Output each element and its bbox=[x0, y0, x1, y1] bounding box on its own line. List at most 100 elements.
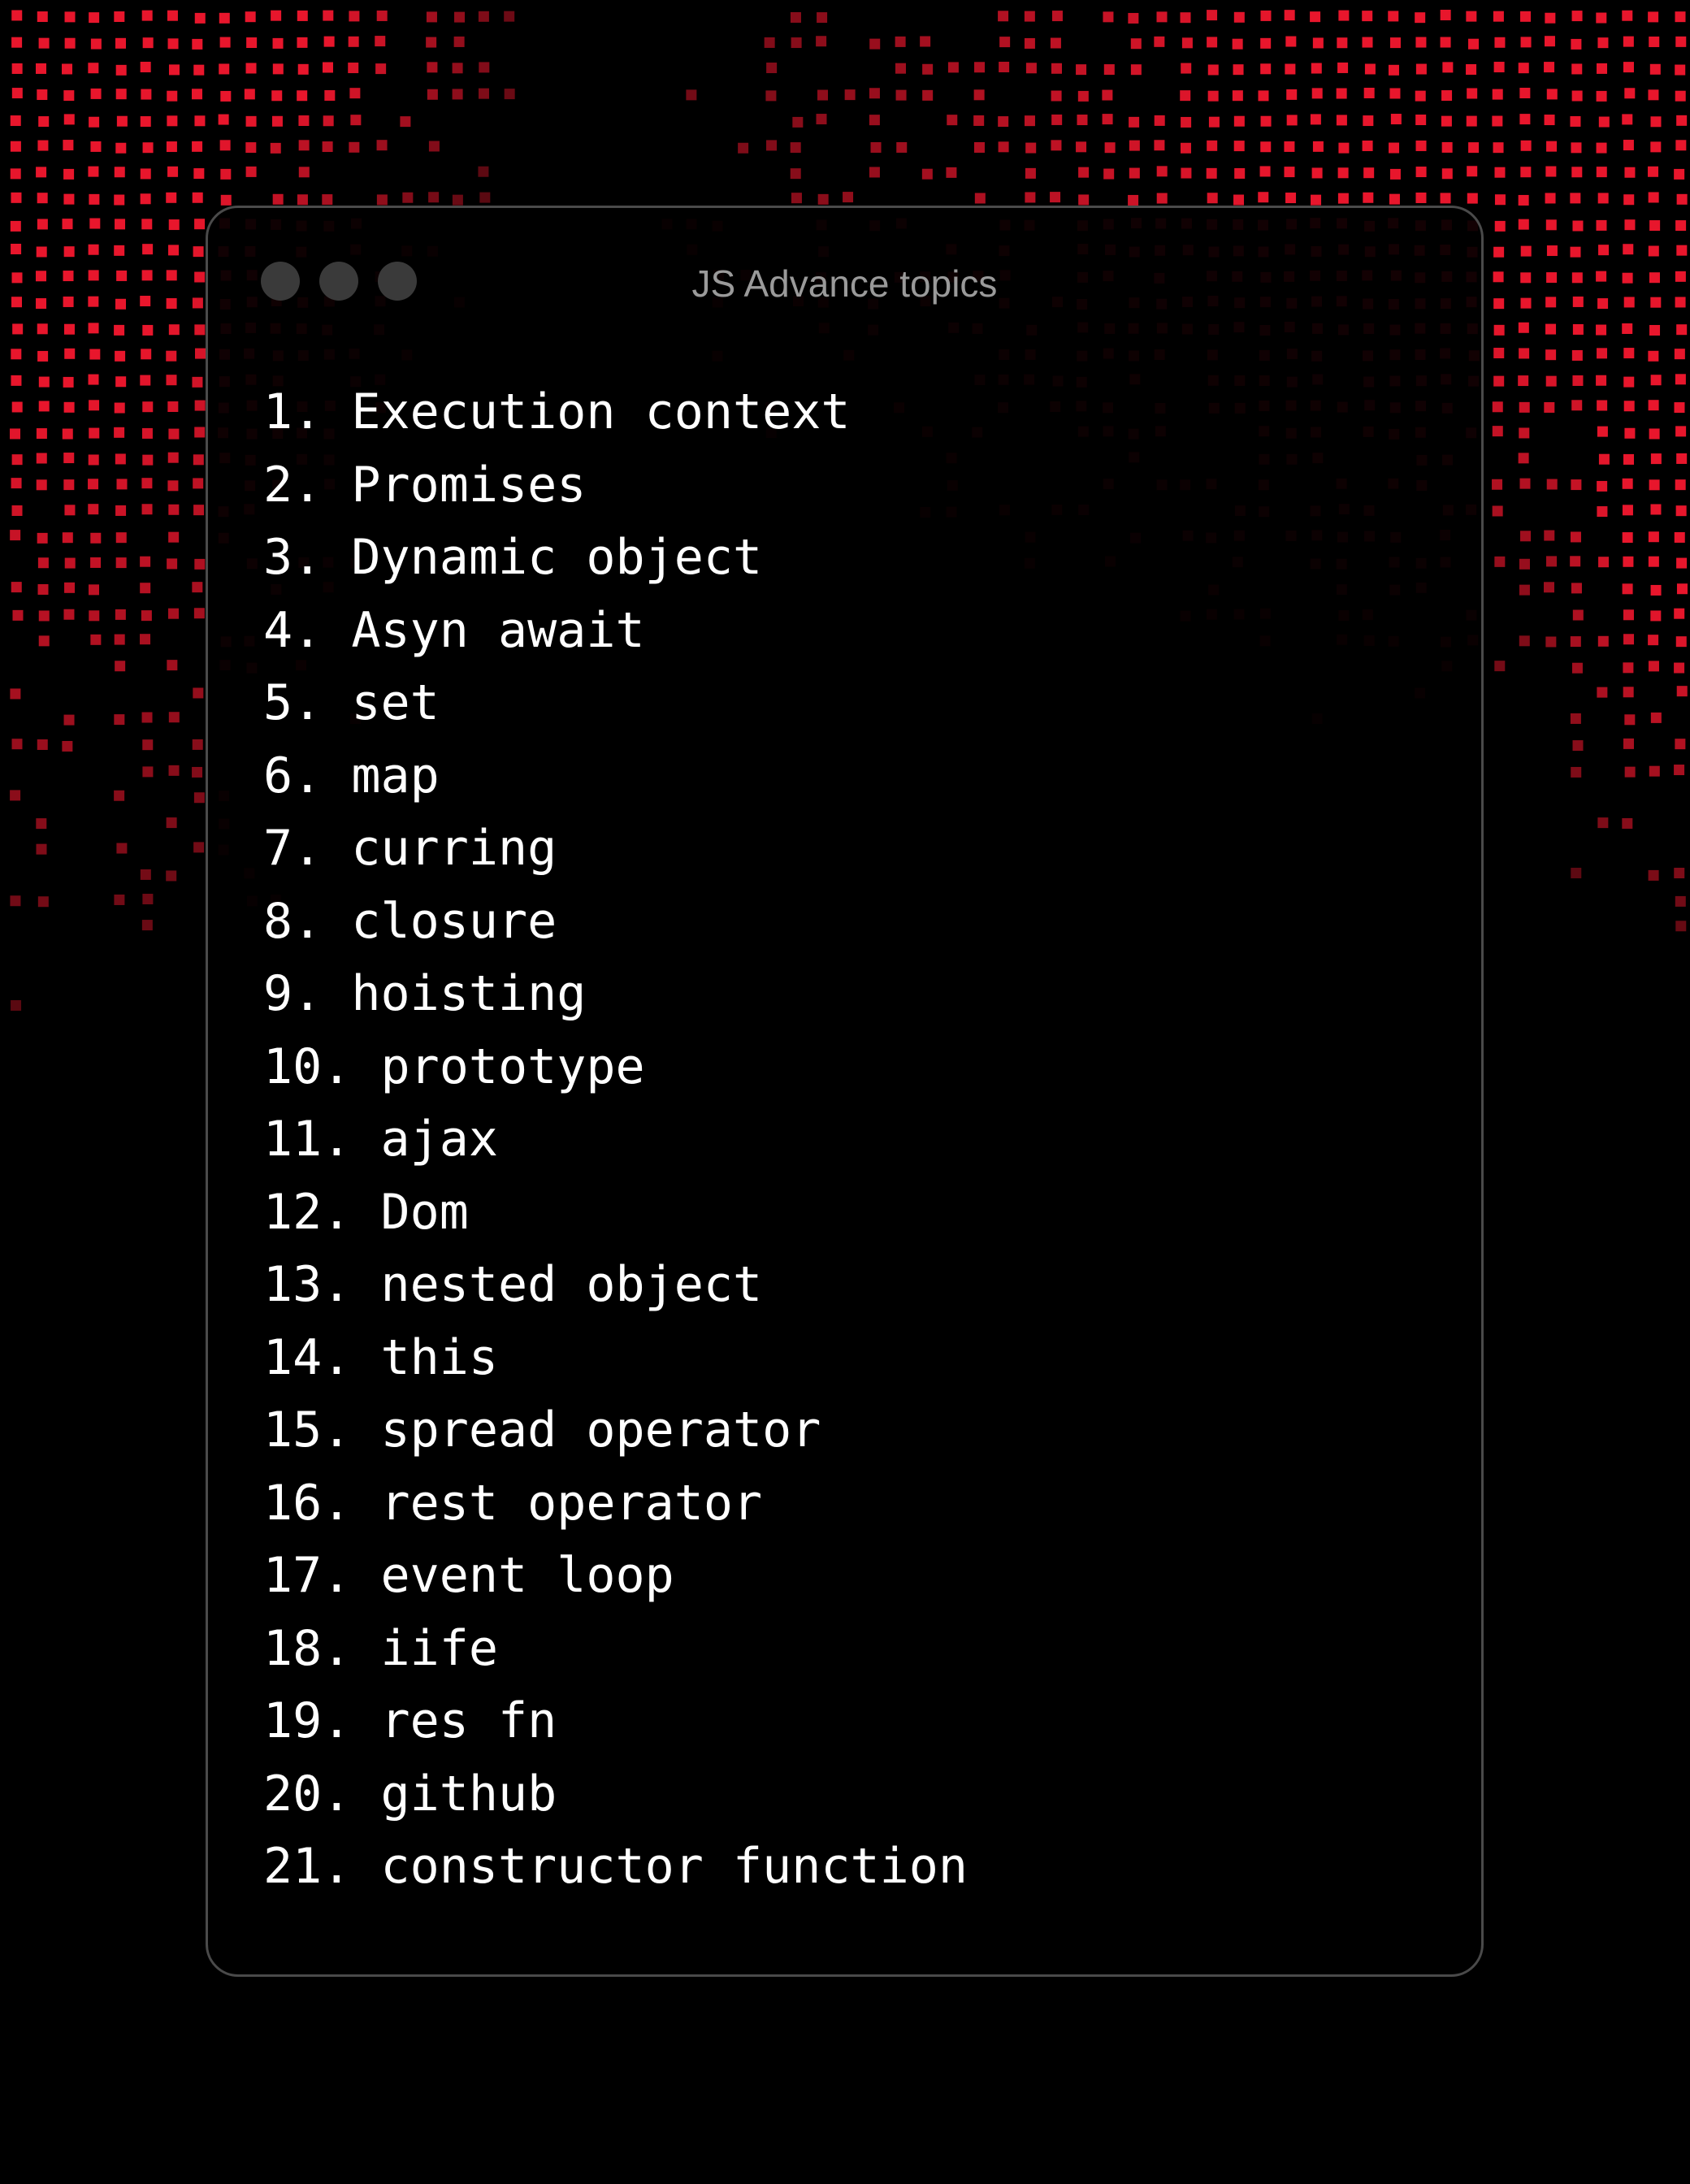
pattern-square bbox=[11, 582, 22, 593]
pattern-square bbox=[1674, 662, 1685, 674]
pattern-square bbox=[1130, 64, 1142, 76]
pattern-square bbox=[504, 11, 515, 22]
pattern-square bbox=[1544, 582, 1555, 593]
pattern-square bbox=[168, 64, 180, 76]
topic-item: 21. constructor function bbox=[263, 1838, 968, 1895]
pattern-square bbox=[1545, 12, 1556, 24]
pattern-square bbox=[37, 583, 49, 595]
pattern-square bbox=[1546, 556, 1558, 567]
pattern-square bbox=[140, 375, 151, 386]
pattern-square bbox=[194, 427, 206, 438]
pattern-square bbox=[1519, 635, 1530, 647]
pattern-square bbox=[1520, 11, 1532, 22]
pattern-square bbox=[999, 37, 1011, 48]
pattern-square bbox=[1676, 453, 1688, 464]
pattern-square bbox=[1546, 245, 1558, 257]
pattern-square bbox=[1364, 63, 1376, 75]
pattern-square bbox=[1546, 479, 1558, 490]
pattern-square bbox=[64, 37, 76, 49]
pattern-square bbox=[1676, 245, 1688, 256]
pattern-square bbox=[1467, 193, 1478, 204]
pattern-square bbox=[1648, 556, 1659, 567]
pattern-square bbox=[1572, 296, 1584, 307]
pattern-square bbox=[63, 453, 75, 464]
pattern-square bbox=[1572, 220, 1584, 232]
pattern-square bbox=[1596, 142, 1607, 154]
pattern-square bbox=[1622, 272, 1633, 284]
pattern-square bbox=[1649, 63, 1661, 75]
pattern-square bbox=[1545, 166, 1557, 177]
pattern-square bbox=[1493, 11, 1504, 22]
pattern-square bbox=[1598, 116, 1610, 128]
pattern-square bbox=[1675, 90, 1686, 102]
pattern-square bbox=[1675, 636, 1687, 648]
pattern-square bbox=[1544, 401, 1555, 413]
pattern-square bbox=[219, 63, 230, 75]
pattern-square bbox=[1622, 505, 1633, 516]
pattern-square bbox=[10, 141, 21, 152]
pattern-square bbox=[1544, 62, 1555, 73]
pattern-square bbox=[272, 37, 284, 49]
pattern-square bbox=[89, 193, 100, 205]
pattern-square bbox=[1571, 479, 1582, 491]
pattern-square bbox=[1572, 609, 1584, 621]
pattern-square bbox=[1675, 374, 1686, 385]
pattern-square bbox=[1025, 192, 1036, 203]
topic-item: 16. rest operator bbox=[263, 1474, 763, 1532]
pattern-square bbox=[1233, 141, 1245, 152]
pattern-square bbox=[375, 36, 386, 47]
pattern-square bbox=[1389, 193, 1400, 205]
pattern-square bbox=[114, 402, 125, 414]
pattern-square bbox=[1676, 583, 1688, 595]
pattern-square bbox=[11, 349, 22, 360]
pattern-square bbox=[791, 193, 802, 204]
pattern-square bbox=[1493, 142, 1504, 154]
pattern-square bbox=[1311, 88, 1323, 99]
pattern-square bbox=[1207, 90, 1219, 102]
pattern-square bbox=[973, 89, 985, 101]
topic-item: 10. prototype bbox=[263, 1038, 645, 1095]
pattern-square bbox=[1518, 219, 1529, 230]
pattern-square bbox=[1597, 193, 1609, 204]
pattern-square bbox=[1493, 298, 1505, 310]
pattern-square bbox=[1441, 141, 1453, 153]
pattern-square bbox=[272, 63, 284, 75]
pattern-square bbox=[193, 505, 205, 516]
pattern-square bbox=[1336, 88, 1347, 99]
pattern-square bbox=[1519, 348, 1530, 359]
pattern-square bbox=[1520, 167, 1532, 178]
pattern-square bbox=[90, 532, 102, 544]
pattern-square bbox=[168, 531, 180, 543]
pattern-square bbox=[141, 89, 152, 100]
pattern-square bbox=[790, 11, 801, 23]
pattern-square bbox=[1494, 194, 1506, 206]
pattern-square bbox=[90, 141, 102, 152]
pattern-square bbox=[64, 11, 76, 23]
pattern-square bbox=[1518, 322, 1529, 333]
pattern-square bbox=[1051, 63, 1062, 74]
pattern-square bbox=[1389, 37, 1401, 49]
pattern-square bbox=[116, 115, 128, 127]
pattern-square bbox=[1284, 10, 1295, 21]
pattern-square bbox=[141, 610, 152, 622]
pattern-square bbox=[114, 245, 125, 256]
pattern-square bbox=[166, 141, 177, 153]
pattern-square bbox=[350, 115, 362, 126]
pattern-square bbox=[1441, 168, 1453, 180]
pattern-square bbox=[167, 480, 179, 492]
pattern-square bbox=[790, 168, 801, 180]
pattern-square bbox=[323, 115, 334, 127]
pattern-square bbox=[1156, 193, 1168, 204]
topic-item: 2. Promises bbox=[263, 456, 587, 514]
pattern-square bbox=[1181, 63, 1192, 74]
pattern-square bbox=[1570, 713, 1581, 724]
pattern-square bbox=[479, 192, 491, 203]
pattern-square bbox=[452, 63, 463, 74]
pattern-square bbox=[1650, 453, 1662, 465]
pattern-square bbox=[167, 401, 179, 413]
pattern-square bbox=[1650, 297, 1662, 308]
pattern-square bbox=[1363, 115, 1374, 127]
pattern-square bbox=[10, 895, 21, 907]
pattern-square bbox=[895, 89, 907, 101]
pattern-square bbox=[1493, 375, 1505, 387]
